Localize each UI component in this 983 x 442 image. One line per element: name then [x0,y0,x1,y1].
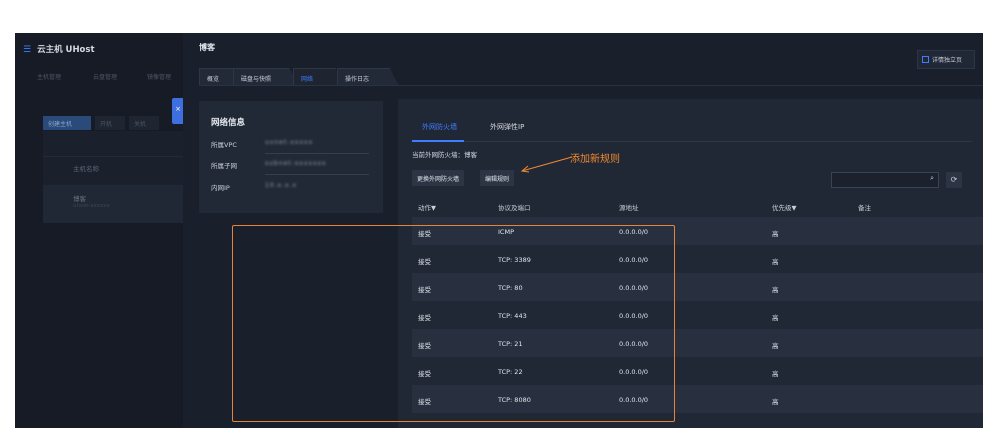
add-rule-annotation: 添加新规则 [570,154,620,165]
screenshot-root: ☰ 云主机 UHost 主机管理 云盘管理 镜像管理 创建主机 开机 关机 主机名… [0,0,983,442]
nav-disk-management[interactable]: 云盘管理 [93,72,117,81]
rule-priority: 高 [772,286,779,294]
subnet-value: subnet-xxxxxxx [265,160,327,167]
rule-protocol: TCP: 8080 [498,396,531,404]
edit-rules-button[interactable]: 编辑规则 [480,170,515,186]
rule-action: 接受 [418,230,431,238]
subnet-label: 所属子网 [211,162,237,170]
current-firewall-label: 当前外网防火墙：博客 [412,151,477,159]
rule-action: 接受 [418,370,431,378]
console-nav: 主机管理 云盘管理 镜像管理 [15,69,183,85]
firewall-tabs-divider [412,141,972,142]
rule-source: 0.0.0.0/0 [619,396,649,404]
open-detail-page-button[interactable]: 详情独立页 [917,50,975,69]
column-note: 备注 [858,204,871,212]
column-protocol-port: 协议及端口 [498,204,531,212]
rule-action: 接受 [418,258,431,266]
host-id: uhost-xxxxxx [73,203,110,209]
tab-disk-snapshot[interactable]: 磁盘与快照 [233,68,299,86]
rule-protocol: TCP: 80 [498,284,523,292]
rule-protocol: TCP: 3389 [498,256,531,264]
search-icon[interactable]: ⌕ [930,174,934,183]
rule-action: 接受 [418,342,431,350]
divider [265,153,369,154]
app-title-text: 云主机 UHost [37,45,95,55]
vpc-label: 所属VPC [211,141,237,149]
rule-priority: 高 [772,258,779,266]
annotation-arrow-icon [520,156,573,173]
column-action[interactable]: 动作▼ [418,202,436,212]
change-firewall-button[interactable]: 更换外网防火墙 [412,170,465,186]
rule-protocol: TCP: 443 [498,312,527,320]
app-title: ☰ 云主机 UHost [23,43,95,55]
divider [265,174,369,175]
rule-action: 接受 [418,398,431,406]
refresh-icon[interactable]: ⟳ [946,172,962,188]
column-source: 源地址 [619,204,639,212]
detail-button-label: 详情独立页 [932,57,963,64]
rule-priority: 高 [772,398,779,406]
host-name: 博客 [73,195,86,203]
rule-protocol: TCP: 21 [498,340,523,348]
tabs-divider [199,85,983,86]
private-ip-value: 10.x.x.x [265,182,298,189]
host-list-header: 主机名称 [43,137,183,173]
stop-host-button[interactable]: 关机 [129,116,159,130]
start-host-button[interactable]: 开机 [95,116,125,130]
rule-source: 0.0.0.0/0 [619,340,649,348]
table-row[interactable]: 接受 TCP: 8080 0.0.0.0/0 高 [412,385,983,413]
private-ip-label: 内网IP [211,184,230,192]
page-title: 博客 [199,43,215,52]
rule-source: 0.0.0.0/0 [619,228,649,236]
column-priority[interactable]: 优先级▼ [772,202,797,212]
active-tab-indicator [412,140,464,142]
table-row[interactable]: 接受 ICMP 0.0.0.0/0 高 [412,217,983,245]
rule-protocol: TCP: 22 [498,368,523,376]
rules-table-header: 动作▼ 协议及端口 源地址 优先级▼ 备注 [412,195,983,217]
external-link-icon [922,56,929,63]
host-detail-panel: 博客 详情独立页 概览 磁盘与快照 网络 操作日志 网络信息 所属VPC uvn… [183,33,983,428]
table-row[interactable]: 接受 TCP: 3389 0.0.0.0/0 高 [412,245,983,273]
rule-priority: 高 [772,342,779,350]
host-list-row[interactable]: 博客 uhost-xxxxxx [43,185,183,223]
host-console: ☰ 云主机 UHost 主机管理 云盘管理 镜像管理 创建主机 开机 关机 主机名… [15,33,183,428]
table-row[interactable]: 接受 TCP: 21 0.0.0.0/0 高 [412,329,983,357]
tab-elastic-ip[interactable]: 外网弹性IP [490,122,524,132]
rule-protocol: ICMP [498,228,514,236]
tab-operation-log[interactable]: 操作日志 [337,68,399,86]
rule-source: 0.0.0.0/0 [619,284,649,292]
firewall-panel: 外网防火墙 外网弹性IP 当前外网防火墙：博客 更换外网防火墙 编辑规则 添加新… [398,99,983,428]
rule-priority: 高 [772,314,779,322]
rule-search-input[interactable]: ⌕ [831,172,939,188]
table-row[interactable]: 接受 TCP: 443 0.0.0.0/0 高 [412,301,983,329]
nav-image-management[interactable]: 镜像管理 [147,72,171,81]
network-info-card: 网络信息 所属VPC uvnet-xxxxx 所属子网 subnet-xxxxx… [199,101,383,213]
nav-host-management[interactable]: 主机管理 [37,72,61,81]
rule-priority: 高 [772,370,779,378]
rule-source: 0.0.0.0/0 [619,256,649,264]
table-row[interactable]: 接受 TCP: 80 0.0.0.0/0 高 [412,273,983,301]
host-name-column-header: 主机名称 [73,165,99,173]
tab-external-firewall[interactable]: 外网防火墙 [422,122,457,132]
rule-action: 接受 [418,314,431,322]
network-info-heading: 网络信息 [211,118,246,128]
rule-action: 接受 [418,286,431,294]
table-row[interactable]: 接受 TCP: 22 0.0.0.0/0 高 [412,357,983,385]
vpc-value: uvnet-xxxxx [265,139,314,146]
rule-source: 0.0.0.0/0 [619,312,649,320]
rule-source: 0.0.0.0/0 [619,368,649,376]
create-host-button[interactable]: 创建主机 [43,116,91,130]
tab-network[interactable]: 网络 [293,68,343,86]
rule-priority: 高 [772,230,779,238]
menu-icon[interactable]: ☰ [23,45,31,55]
